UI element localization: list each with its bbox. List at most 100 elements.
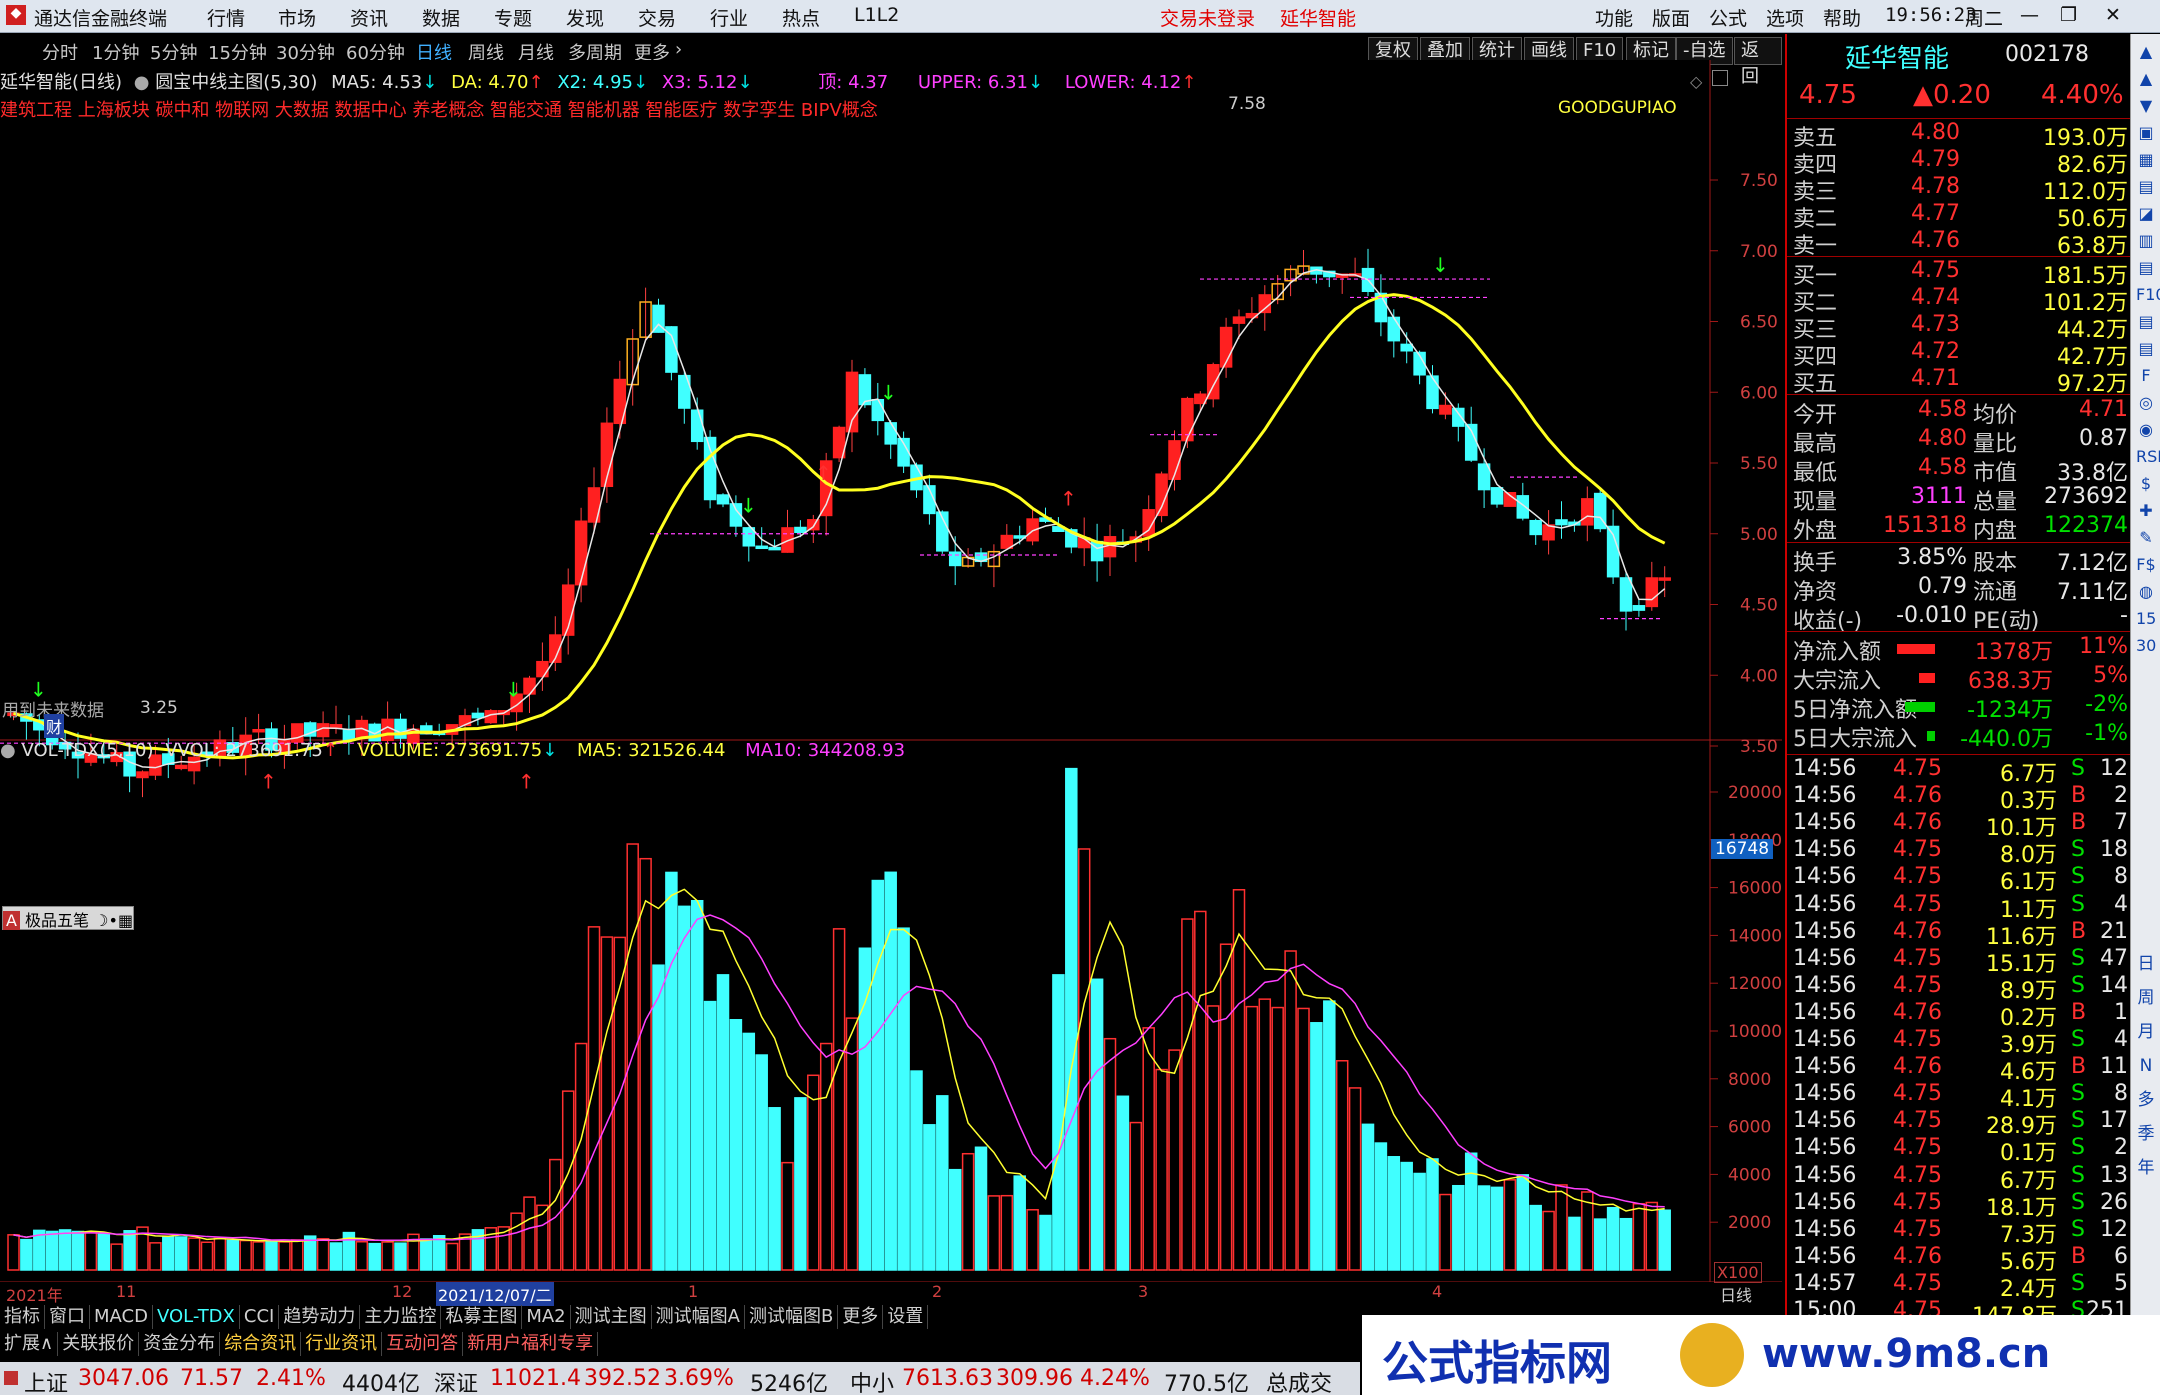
vol-formula[interactable]: VOL-TDX(5,10) <box>21 740 153 761</box>
ime-dot-icon: • <box>108 911 118 930</box>
tab-info-5[interactable]: 互动问答 <box>382 1332 464 1356</box>
menu-l1l2[interactable]: L1L2 <box>854 4 899 26</box>
ime-bar[interactable]: A 极品五笔 ☽•▦ <box>2 906 135 930</box>
sidebar-tool-icon[interactable]: ▤ <box>2136 258 2156 278</box>
tab-ind-1[interactable]: 窗口 <box>45 1305 90 1329</box>
sidebar-period-3[interactable]: N <box>2136 1056 2156 1076</box>
volume-tick-label: 4000 <box>1728 1165 1771 1185</box>
sell-signal-icon: ↓ <box>1432 253 1449 277</box>
tab-ind-6[interactable]: 主力监控 <box>360 1305 442 1329</box>
tab-info-3[interactable]: 综合资讯 <box>220 1332 302 1356</box>
volume-bar <box>1452 1184 1465 1271</box>
sidebar-period-1[interactable]: 周 <box>2136 988 2156 1008</box>
candle-body <box>1645 577 1659 608</box>
tab-ind-8[interactable]: MA2 <box>522 1305 571 1329</box>
tab-ind-4[interactable]: CCI <box>240 1305 280 1329</box>
indicator-info: 延华智能(日线) ● 圆宝中线主图(5,30) MA5: 4.53↓ DA: 4… <box>0 72 1197 93</box>
sidebar-tool-icon[interactable]: ◍ <box>2136 582 2156 602</box>
menu-news[interactable]: 资讯 <box>350 4 388 31</box>
tab-info-2[interactable]: 资金分布 <box>139 1332 221 1356</box>
banner-logo-icon <box>1680 1323 1744 1387</box>
sidebar-period-6[interactable]: 年 <box>2136 1158 2156 1178</box>
sidebar-tool-icon[interactable]: F10 <box>2136 285 2160 305</box>
volume-bar <box>948 1168 962 1271</box>
sidebar-tool-icon[interactable]: F$ <box>2136 555 2156 575</box>
tab-ind-3[interactable]: VOL-TDX <box>153 1305 240 1329</box>
menu-options[interactable]: 选项 <box>1766 4 1804 31</box>
menu-trade[interactable]: 交易 <box>638 4 676 31</box>
tab-info-0[interactable]: 扩展∧ <box>0 1332 59 1356</box>
menu-formula[interactable]: 公式 <box>1709 4 1747 31</box>
minimize-icon[interactable]: — <box>2020 4 2039 26</box>
sidebar-tool-icon[interactable]: ✚ <box>2136 501 2156 521</box>
tab-ind-2[interactable]: MACD <box>90 1305 153 1329</box>
sidebar-tool-icon[interactable]: ◎ <box>2136 393 2156 413</box>
menu-industry[interactable]: 行业 <box>710 4 748 31</box>
sidebar-period-0[interactable]: 日 <box>2136 954 2156 974</box>
candle-body <box>1658 577 1671 581</box>
sidebar-tool-icon[interactable]: RSI <box>2136 447 2160 467</box>
concept-tags[interactable]: 建筑工程 上海板块 碳中和 物联网 大数据 数据中心 养老概念 智能交通 智能机… <box>0 96 878 122</box>
sidebar-tool-icon[interactable]: ◉ <box>2136 420 2156 440</box>
tick-row-0: 14:56 4.75 6.7万 S 12 <box>1793 756 2128 787</box>
sidebar-tool-icon[interactable]: ▲ <box>2136 42 2156 62</box>
tick-row-7: 14:56 4.75 15.1万 S 47 <box>1793 945 2128 977</box>
sidebar-tool-icon[interactable]: $ <box>2136 474 2156 494</box>
tab-info-1[interactable]: 关联报价 <box>58 1332 140 1356</box>
sidebar-tool-icon[interactable]: ▤ <box>2136 339 2156 359</box>
tab-info-4[interactable]: 行业资讯 <box>301 1332 383 1356</box>
formula-dot-icon[interactable]: ● <box>134 72 150 93</box>
sidebar-tool-icon[interactable]: ✎ <box>2136 528 2156 548</box>
menu-discover[interactable]: 发现 <box>566 4 604 31</box>
tab-ind-0[interactable]: 指标 <box>0 1305 45 1329</box>
tab-ind-13[interactable]: 设置 <box>883 1305 929 1329</box>
formula-label[interactable]: 圆宝中线主图(5,30) <box>155 72 317 93</box>
chart-area[interactable]: ↓ ↓↓↓↓↑ ↑↑↑ 7.507.006.506.005.505.004.504.… <box>0 60 1782 1282</box>
finance-badge[interactable]: 财 <box>44 714 65 738</box>
menu-function[interactable]: 功能 <box>1595 4 1633 31</box>
sidebar-tool-icon[interactable]: ▥ <box>2136 231 2156 251</box>
sidebar-tool-icon[interactable]: ▲ <box>2136 69 2156 89</box>
tab-ind-7[interactable]: 私募主图 <box>441 1305 523 1329</box>
sidebar-tool-icon[interactable]: 15 <box>2136 609 2156 629</box>
sidebar-tool-icon[interactable]: 30 <box>2136 636 2156 656</box>
tab-ind-10[interactable]: 测试幅图A <box>652 1305 745 1329</box>
volume-bar <box>1361 1123 1375 1271</box>
candle-body <box>471 712 485 719</box>
menu-topic[interactable]: 专题 <box>494 4 532 31</box>
sidebar-tool-icon[interactable]: ▣ <box>2136 123 2156 143</box>
sidebar-tool-icon[interactable]: F <box>2136 366 2156 386</box>
window-toggle-icon[interactable] <box>1712 70 1728 86</box>
buy-signal-icon: ↑ <box>260 769 277 793</box>
tab-info-6[interactable]: 新用户福利专享 <box>463 1332 599 1356</box>
x-month-4: 4 <box>1432 1282 1443 1301</box>
menu-hq[interactable]: 行情 <box>207 4 245 31</box>
sidebar-period-2[interactable]: 月 <box>2136 1022 2156 1042</box>
menu-hot[interactable]: 热点 <box>782 4 820 31</box>
chart-background <box>0 60 1710 1282</box>
sidebar-tool-icon[interactable]: ▼ <box>2136 96 2156 116</box>
menu-market[interactable]: 市场 <box>278 4 316 31</box>
menu-layout[interactable]: 版面 <box>1652 4 1690 31</box>
sidebar-tool-icon[interactable]: ▤ <box>2136 177 2156 197</box>
sidebar-period-5[interactable]: 季 <box>2136 1124 2156 1144</box>
more-chevron-icon[interactable]: › <box>675 39 682 60</box>
sidebar-period-4[interactable]: 多 <box>2136 1090 2156 1110</box>
sidebar-tool-icon[interactable]: ◪ <box>2136 204 2156 224</box>
login-status[interactable]: 交易未登录 <box>1160 4 1255 31</box>
tab-ind-11[interactable]: 测试幅图B <box>745 1305 839 1329</box>
sidebar-tool-icon[interactable]: ▤ <box>2136 312 2156 332</box>
close-icon[interactable]: ✕ <box>2105 4 2121 26</box>
price-tick-label: 5.00 <box>1740 525 1778 545</box>
restore-icon[interactable]: ❐ <box>2060 4 2077 26</box>
tab-ind-5[interactable]: 趋势动力 <box>279 1305 361 1329</box>
menu-data[interactable]: 数据 <box>422 4 460 31</box>
sz-pct: 3.69% <box>664 1366 734 1391</box>
menu-help[interactable]: 帮助 <box>1823 4 1861 31</box>
buy-signal-icon: ↑ <box>518 769 535 793</box>
sidebar-tool-icon[interactable]: ▦ <box>2136 150 2156 170</box>
diamond-icon[interactable]: ◇ <box>1690 72 1702 91</box>
price-tick-label: 3.50 <box>1740 737 1778 757</box>
tab-ind-12[interactable]: 更多 <box>838 1305 884 1329</box>
tab-ind-9[interactable]: 测试主图 <box>571 1305 652 1329</box>
